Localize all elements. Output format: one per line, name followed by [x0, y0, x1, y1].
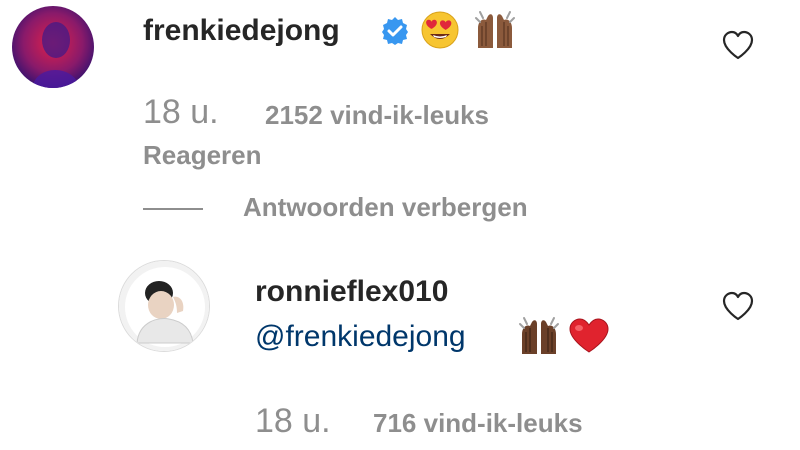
- avatar-image: [119, 261, 209, 351]
- reply-likes-count[interactable]: 716 vind-ik-leuks: [373, 408, 583, 439]
- comment-thread: frenkiedejong 18 u. 2152 vind-ik-leuks R: [0, 0, 800, 450]
- reply-button[interactable]: Reageren: [143, 140, 262, 171]
- comment-timestamp[interactable]: 18 u.: [143, 93, 219, 132]
- verified-badge-icon: [380, 16, 410, 51]
- hide-replies-button[interactable]: Antwoorden verbergen: [243, 192, 528, 223]
- like-heart-outline-icon[interactable]: [722, 291, 754, 326]
- comment-username[interactable]: frenkiedejong: [143, 14, 340, 48]
- replies-divider: [143, 208, 203, 210]
- reply-mention-link[interactable]: @frenkiedejong: [255, 320, 466, 354]
- comment-likes-count[interactable]: 2152 vind-ik-leuks: [265, 100, 489, 131]
- red-heart-emoji-icon: [568, 318, 610, 359]
- like-heart-outline-icon[interactable]: [722, 30, 754, 65]
- heart-eyes-emoji-icon: [420, 10, 460, 55]
- avatar-image: [12, 6, 94, 88]
- reply-username[interactable]: ronnieflex010: [255, 275, 448, 309]
- reply-button-partial: [255, 446, 315, 450]
- avatar-frenkiedejong[interactable]: [12, 6, 94, 88]
- raising-hands-emoji-icon: [474, 10, 516, 55]
- avatar-ronnieflex010[interactable]: [118, 260, 210, 352]
- raising-hands-emoji-icon: [518, 316, 560, 361]
- reply-timestamp[interactable]: 18 u.: [255, 402, 331, 441]
